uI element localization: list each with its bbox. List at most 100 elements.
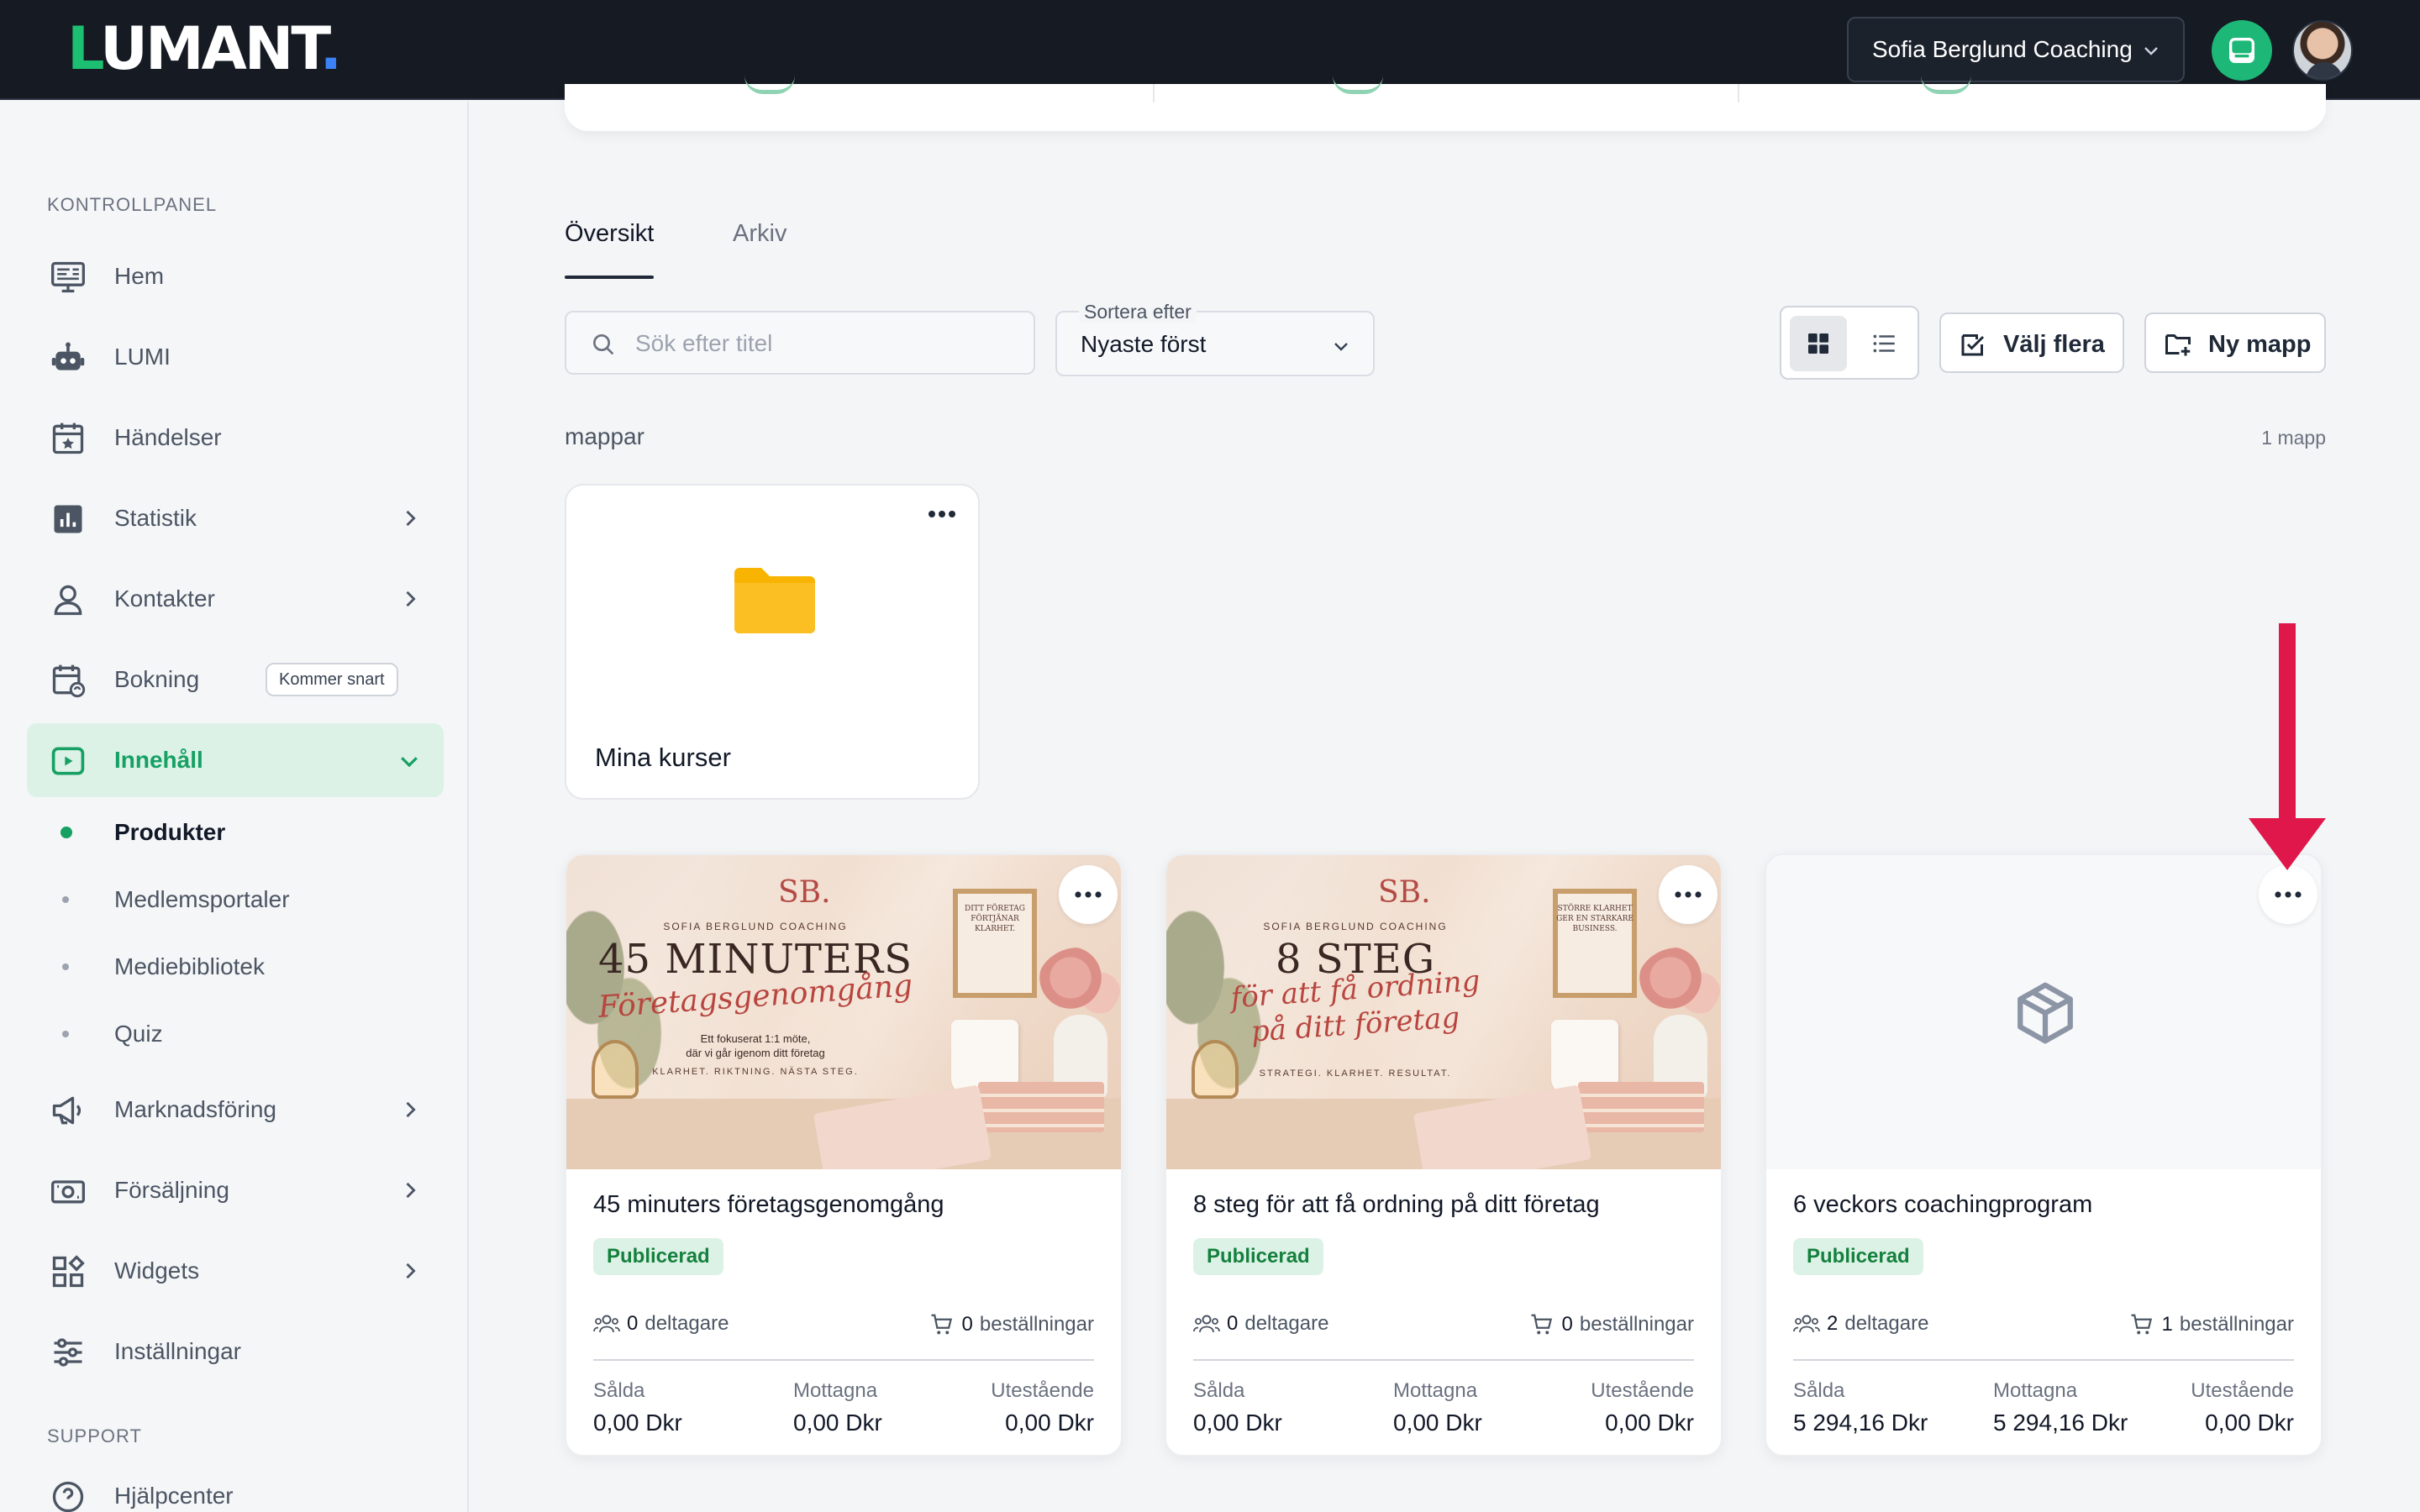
- orders-count: 0 beställningar: [929, 1312, 1094, 1337]
- participants-count: 0 deltagare: [1193, 1312, 1328, 1336]
- product-card[interactable]: DITT FÖRETAG FÖRTJÄNAR KLARHET. SB. SOFI…: [565, 853, 1123, 1457]
- search-input[interactable]: [635, 324, 1013, 363]
- grid-view-button[interactable]: [1790, 316, 1847, 371]
- product-thumbnail: [1766, 855, 2321, 1169]
- more-options-button[interactable]: [1659, 865, 1718, 924]
- chevron-right-icon: [406, 1263, 416, 1279]
- cash-icon: [49, 1172, 87, 1210]
- thumbnail-brand: SOFIA BERGLUND COACHING: [663, 921, 848, 932]
- received-amount: Mottagna 0,00 Dkr: [1393, 1379, 1482, 1436]
- new-folder-button[interactable]: Ny mapp: [2144, 312, 2326, 373]
- thumbnail-tagline: STRATEGI. KLARHET. RESULTAT.: [1259, 1068, 1452, 1079]
- chat-button[interactable]: [2212, 20, 2272, 81]
- sidebar-item-kontakter[interactable]: Kontakter: [27, 562, 444, 636]
- sold-amount: Sålda 0,00 Dkr: [1193, 1379, 1282, 1436]
- bullet-dot: [62, 1031, 69, 1037]
- status-badge: Publicerad: [1793, 1238, 1923, 1275]
- new-folder-label: Ny mapp: [2208, 331, 2312, 358]
- sidebar-item-installningar[interactable]: Inställningar: [27, 1315, 444, 1389]
- tab-arkiv[interactable]: Arkiv: [733, 220, 786, 279]
- product-title: 45 minuters företagsgenomgång: [593, 1191, 944, 1218]
- sidebar-item-marknadsforing[interactable]: Marknadsföring: [27, 1073, 444, 1147]
- more-horizontal-icon[interactable]: [928, 509, 956, 519]
- sidebar-item-label: LUMI: [114, 344, 171, 370]
- sidebar-item-innehall[interactable]: Innehåll: [27, 723, 444, 797]
- more-options-button[interactable]: [1059, 865, 1118, 924]
- search-icon: [593, 334, 614, 355]
- chat-icon: [2229, 38, 2254, 63]
- more-options-button[interactable]: [2259, 865, 2317, 924]
- sidebar-item-statistik[interactable]: Statistik: [27, 481, 444, 555]
- search-field: [565, 311, 1035, 375]
- sidebar-item-label: Statistik: [114, 505, 197, 531]
- select-multiple-button[interactable]: Välj flera: [1939, 312, 2124, 373]
- divider: [593, 1359, 1094, 1361]
- chevron-down-icon: [2144, 47, 2158, 55]
- sidebar-item-label: Bokning: [114, 666, 200, 692]
- users-icon: [1193, 1315, 1220, 1333]
- bullet-dot: [62, 963, 69, 970]
- sidebar-subitem-quiz[interactable]: Quiz: [27, 1009, 444, 1059]
- sidebar-item-label: Inställningar: [114, 1338, 241, 1364]
- annotation-arrow: [2249, 623, 2326, 870]
- folders-count: 1 mapp: [2261, 427, 2326, 449]
- sort-value: Nyaste först: [1081, 331, 1207, 357]
- outstanding-amount: Utestående 0,00 Dkr: [1591, 1379, 1694, 1436]
- sort-label: Sortera efter: [1079, 301, 1197, 323]
- cart-icon: [1531, 1314, 1552, 1335]
- sidebar-item-widgets[interactable]: Widgets: [27, 1234, 444, 1308]
- sidebar-subitem-produkter[interactable]: Produkter: [27, 807, 444, 858]
- sold-amount: Sålda 5 294,16 Dkr: [1793, 1379, 1928, 1436]
- stat-ring: [1921, 76, 1971, 94]
- participants-count: 0 deltagare: [593, 1312, 729, 1336]
- cart-icon: [2131, 1314, 2152, 1335]
- folder-card[interactable]: Mina kurser: [565, 484, 980, 800]
- thumbnail-monogram: SB.: [778, 875, 831, 910]
- folders-heading: mappar: [565, 423, 644, 449]
- folder-name: Mina kurser: [595, 743, 731, 772]
- sidebar-item-lumi[interactable]: LUMI: [27, 320, 444, 394]
- product-thumbnail: DITT FÖRETAG FÖRTJÄNAR KLARHET. SB. SOFI…: [566, 855, 1121, 1169]
- monitor-icon: [49, 258, 87, 297]
- sidebar-subitem-medlemsportaler[interactable]: Medlemsportaler: [27, 874, 444, 925]
- view-toggle: [1780, 306, 1919, 380]
- sidebar-item-hem[interactable]: Hem: [27, 239, 444, 313]
- list-view-button[interactable]: [1855, 316, 1912, 371]
- outstanding-amount: Utestående 0,00 Dkr: [991, 1379, 1094, 1436]
- chevron-down-icon: [1334, 343, 1348, 351]
- thumbnail-subtitle: Ett fokuserat 1:1 möte, där vi går igenom…: [686, 1032, 825, 1059]
- sidebar-subitem-label: Mediebibliotek: [114, 953, 265, 979]
- chevron-right-icon: [406, 510, 416, 527]
- calendar-star-icon: [49, 419, 87, 458]
- chevron-right-icon: [406, 591, 416, 607]
- chart-icon: [49, 500, 87, 538]
- thumbnail-brand: SOFIA BERGLUND COACHING: [1263, 921, 1448, 932]
- user-avatar[interactable]: [2292, 20, 2353, 81]
- product-card[interactable]: STÖRRE KLARHET GER EN STARKARE BUSINESS.…: [1165, 853, 1723, 1457]
- orders-count: 0 beställningar: [1528, 1312, 1694, 1337]
- sidebar-subitem-mediebibliotek[interactable]: Mediebibliotek: [27, 942, 444, 992]
- received-amount: Mottagna 0,00 Dkr: [793, 1379, 882, 1436]
- status-badge: Publicerad: [1193, 1238, 1323, 1275]
- grid-icon: [1808, 333, 1828, 354]
- bullet-dot: [62, 896, 69, 903]
- sidebar-item-label: Widgets: [114, 1257, 200, 1284]
- sort-select[interactable]: Sortera efter Nyaste först: [1055, 301, 1375, 376]
- stat-ring: [1333, 76, 1383, 94]
- sidebar: KONTROLLPANEL Hem LUMI Händelser Statist…: [0, 102, 469, 1512]
- sidebar-item-handelser[interactable]: Händelser: [27, 401, 444, 475]
- lumant-logo[interactable]: LUMANT.: [67, 18, 342, 79]
- organization-switcher[interactable]: Sofia Berglund Coaching: [1847, 17, 2185, 82]
- tab-oversikt[interactable]: Översikt: [565, 220, 655, 279]
- sold-amount: Sålda 0,00 Dkr: [593, 1379, 682, 1436]
- status-badge: Publicerad: [593, 1238, 723, 1275]
- product-card[interactable]: 6 veckors coachingprogram Publicerad 2 de…: [1765, 853, 2323, 1457]
- bullet-dot: [60, 827, 72, 838]
- sidebar-item-hjalpcenter[interactable]: Hjälpcenter: [27, 1459, 444, 1512]
- help-icon: [49, 1478, 87, 1512]
- sidebar-item-forsaljning[interactable]: Försäljning: [27, 1153, 444, 1227]
- stat-ring: [744, 76, 795, 94]
- person-icon: [49, 580, 87, 619]
- sidebar-item-bokning[interactable]: Bokning Kommer snart: [27, 643, 444, 717]
- sidebar-section-label: KONTROLLPANEL: [47, 194, 218, 215]
